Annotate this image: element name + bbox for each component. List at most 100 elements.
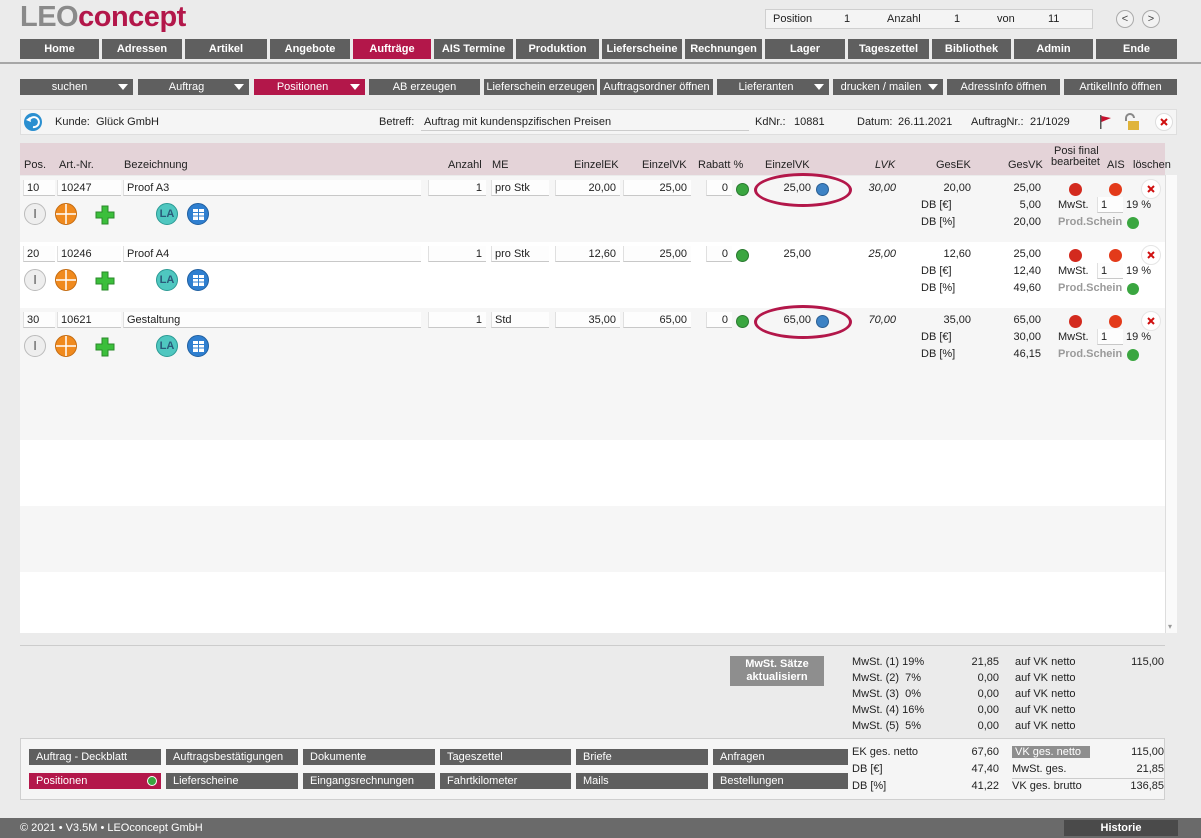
add-position-icon[interactable] bbox=[94, 204, 116, 226]
flag-icon[interactable] bbox=[1099, 114, 1113, 130]
nav-angebote[interactable]: Angebote bbox=[270, 39, 350, 59]
anzahl-field[interactable]: 1 bbox=[428, 246, 486, 262]
next-record-button[interactable]: > bbox=[1142, 10, 1160, 28]
refresh-icon[interactable] bbox=[1069, 183, 1082, 196]
betreff-field[interactable]: Auftrag mit kundenspzifischen Preisen bbox=[421, 113, 749, 131]
subnav-artikelinfo-ffnen[interactable]: ArtikelInfo öffnen bbox=[1064, 79, 1177, 95]
tab-positionen[interactable]: Positionen bbox=[29, 773, 161, 789]
tab-dokumente[interactable]: Dokumente bbox=[303, 749, 435, 765]
bezeichnung-field[interactable]: Gestaltung bbox=[123, 312, 421, 328]
table-view-icon[interactable] bbox=[187, 203, 209, 225]
subnav-ab-erzeugen[interactable]: AB erzeugen bbox=[369, 79, 480, 95]
back-arrow-icon[interactable] bbox=[24, 113, 42, 131]
subnav-auftrag[interactable]: Auftrag bbox=[138, 79, 249, 95]
delete-icon[interactable] bbox=[1141, 311, 1161, 331]
tab-briefe[interactable]: Briefe bbox=[576, 749, 708, 765]
table-scrollbar[interactable]: ▾ bbox=[1165, 175, 1177, 633]
nav-lieferscheine[interactable]: Lieferscheine bbox=[602, 39, 682, 59]
bezeichnung-field[interactable]: Proof A4 bbox=[123, 246, 421, 262]
anzahl-field[interactable]: 1 bbox=[428, 180, 486, 196]
subnav-lieferschein-erzeugen[interactable]: Lieferschein erzeugen bbox=[484, 79, 597, 95]
table-view-icon[interactable] bbox=[187, 335, 209, 357]
prod-schein-label[interactable]: Prod.Schein bbox=[1058, 214, 1122, 230]
pos-field[interactable]: 30 bbox=[23, 312, 55, 328]
tab-lieferscheine[interactable]: Lieferscheine bbox=[166, 773, 298, 789]
mwst-code-field[interactable]: 1 bbox=[1097, 329, 1123, 345]
apply-discount-icon[interactable] bbox=[736, 183, 749, 196]
subnav-suchen[interactable]: suchen bbox=[20, 79, 133, 95]
info-icon[interactable]: I bbox=[24, 269, 46, 291]
calculation-icon[interactable] bbox=[55, 203, 77, 225]
artnr-field[interactable]: 10621 bbox=[57, 312, 121, 328]
nav-artikel[interactable]: Artikel bbox=[185, 39, 267, 59]
add-position-icon[interactable] bbox=[94, 270, 116, 292]
add-position-icon[interactable] bbox=[94, 336, 116, 358]
apply-discount-icon[interactable] bbox=[736, 249, 749, 262]
tab-auftragsbest-tigungen[interactable]: Auftragsbestätigungen bbox=[166, 749, 298, 765]
rabatt-field[interactable]: 0 bbox=[706, 180, 732, 196]
no-entry-icon[interactable] bbox=[1109, 249, 1122, 262]
delete-icon[interactable] bbox=[1141, 179, 1161, 199]
la-icon[interactable]: LA bbox=[156, 335, 178, 357]
prev-record-button[interactable]: < bbox=[1116, 10, 1134, 28]
lock-icon[interactable] bbox=[1121, 113, 1141, 131]
mwst-code-field[interactable]: 1 bbox=[1097, 197, 1123, 213]
scroll-down-icon[interactable]: ▾ bbox=[1168, 622, 1172, 631]
nav-ende[interactable]: Ende bbox=[1096, 39, 1177, 59]
tab-fahrtkilometer[interactable]: Fahrtkilometer bbox=[440, 773, 571, 789]
nav-ais-termine[interactable]: AIS Termine bbox=[434, 39, 513, 59]
me-field[interactable]: pro Stk bbox=[491, 246, 549, 262]
einzelvk-field[interactable]: 25,00 bbox=[623, 246, 691, 262]
einzelek-field[interactable]: 12,60 bbox=[555, 246, 620, 262]
einzelvk-field[interactable]: 65,00 bbox=[623, 312, 691, 328]
artnr-field[interactable]: 10246 bbox=[57, 246, 121, 262]
mwst-code-field[interactable]: 1 bbox=[1097, 263, 1123, 279]
info-icon[interactable]: I bbox=[24, 335, 46, 357]
refresh-icon[interactable] bbox=[1069, 315, 1082, 328]
tab-tageszettel[interactable]: Tageszettel bbox=[440, 749, 571, 765]
tab-bestellungen[interactable]: Bestellungen bbox=[713, 773, 848, 789]
nav-tageszettel[interactable]: Tageszettel bbox=[848, 39, 929, 59]
nav-produktion[interactable]: Produktion bbox=[516, 39, 599, 59]
rabatt-field[interactable]: 0 bbox=[706, 246, 732, 262]
tab-anfragen[interactable]: Anfragen bbox=[713, 749, 848, 765]
anzahl-field[interactable]: 1 bbox=[428, 312, 486, 328]
table-view-icon[interactable] bbox=[187, 269, 209, 291]
la-icon[interactable]: LA bbox=[156, 203, 178, 225]
subnav-positionen[interactable]: Positionen bbox=[254, 79, 365, 95]
prod-schein-label[interactable]: Prod.Schein bbox=[1058, 346, 1122, 362]
pos-field[interactable]: 10 bbox=[23, 180, 55, 196]
la-icon[interactable]: LA bbox=[156, 269, 178, 291]
tab-auftrag-deckblatt[interactable]: Auftrag - Deckblatt bbox=[29, 749, 161, 765]
no-entry-icon[interactable] bbox=[1109, 315, 1122, 328]
rabatt-field[interactable]: 0 bbox=[706, 312, 732, 328]
tab-eingangsrechnungen[interactable]: Eingangsrechnungen bbox=[303, 773, 435, 789]
delete-icon[interactable] bbox=[1141, 245, 1161, 265]
apply-discount-icon[interactable] bbox=[736, 315, 749, 328]
me-field[interactable]: Std bbox=[491, 312, 549, 328]
subnav-lieferanten[interactable]: Lieferanten bbox=[717, 79, 829, 95]
me-field[interactable]: pro Stk bbox=[491, 180, 549, 196]
subnav-adressinfo-ffnen[interactable]: AdressInfo öffnen bbox=[947, 79, 1060, 95]
nav-admin[interactable]: Admin bbox=[1014, 39, 1093, 59]
prod-schein-label[interactable]: Prod.Schein bbox=[1058, 280, 1122, 296]
calculation-icon[interactable] bbox=[55, 269, 77, 291]
nav-home[interactable]: Home bbox=[20, 39, 99, 59]
artnr-field[interactable]: 10247 bbox=[57, 180, 121, 196]
nav-bibliothek[interactable]: Bibliothek bbox=[932, 39, 1011, 59]
subnav-drucken-mailen[interactable]: drucken / mailen bbox=[833, 79, 943, 95]
close-order-icon[interactable] bbox=[1155, 113, 1173, 131]
no-entry-icon[interactable] bbox=[1109, 183, 1122, 196]
einzelek-field[interactable]: 20,00 bbox=[555, 180, 620, 196]
bezeichnung-field[interactable]: Proof A3 bbox=[123, 180, 421, 196]
info-icon[interactable]: I bbox=[24, 203, 46, 225]
nav-auftr-ge[interactable]: Aufträge bbox=[353, 39, 431, 59]
nav-adressen[interactable]: Adressen bbox=[102, 39, 182, 59]
nav-lager[interactable]: Lager bbox=[765, 39, 845, 59]
einzelek-field[interactable]: 35,00 bbox=[555, 312, 620, 328]
subnav-auftragsordner-ffnen[interactable]: Auftragsordner öffnen bbox=[600, 79, 713, 95]
update-vat-rates-button[interactable]: MwSt. Sätze aktualisiern bbox=[730, 656, 824, 686]
tab-mails[interactable]: Mails bbox=[576, 773, 708, 789]
historie-button[interactable]: Historie bbox=[1064, 820, 1178, 836]
einzelvk-field[interactable]: 25,00 bbox=[623, 180, 691, 196]
